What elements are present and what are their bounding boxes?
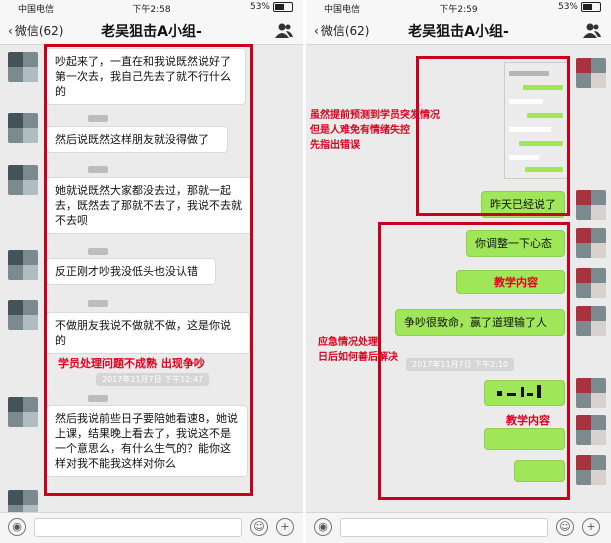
group-members-icon[interactable] [583, 22, 601, 38]
annotation-label: 学员处理问题不成熟 出现争吵 [58, 357, 205, 370]
comparison-screenshot: 中国电信 下午2:58 53% ‹ 微信(62) 老吴狙击A小组- 吵起来了，一直… [0, 0, 611, 543]
avatar[interactable] [8, 113, 38, 143]
message-input[interactable] [34, 518, 242, 537]
nav-bar: ‹ 微信(62) 老吴狙击A小组- [0, 16, 303, 45]
input-bar: ◉ ☺ + [306, 512, 611, 543]
plus-icon[interactable]: + [582, 518, 600, 536]
group-members-icon[interactable] [275, 22, 293, 38]
battery-icon [273, 2, 293, 12]
right-chat-screen: 中国电信 下午2:59 53% ‹ 微信(62) 老吴狙击A小组- 昨天已经说了… [306, 0, 611, 543]
status-bar: 中国电信 下午2:59 53% [306, 0, 611, 16]
emoji-icon[interactable]: ☺ [250, 518, 268, 536]
avatar[interactable] [8, 165, 38, 195]
annotation-label: 应急情况处理 日后如何善后解决 [318, 337, 398, 363]
plus-icon[interactable]: + [276, 518, 294, 536]
avatar[interactable] [576, 58, 606, 88]
avatar[interactable] [8, 250, 38, 280]
battery-indicator: 53% [558, 2, 601, 12]
annotation-label: 虽然提前预测到学员突发情况 但是人难免有情绪失控 先指出错误 [310, 110, 440, 151]
chat-title: 老吴狙击A小组- [101, 24, 202, 40]
battery-percent: 53% [557, 2, 578, 12]
emoji-icon[interactable]: ☺ [556, 518, 574, 536]
voice-icon[interactable]: ◉ [314, 518, 332, 536]
avatar[interactable] [8, 52, 38, 82]
avatar[interactable] [576, 190, 606, 220]
battery-percent: 53% [249, 2, 270, 12]
left-chat-screen: 中国电信 下午2:58 53% ‹ 微信(62) 老吴狙击A小组- 吵起来了，一直… [0, 0, 303, 543]
avatar[interactable] [576, 415, 606, 445]
avatar[interactable] [576, 228, 606, 258]
input-bar: ◉ ☺ + [0, 512, 303, 543]
avatar[interactable] [576, 268, 606, 298]
message-input[interactable] [340, 518, 548, 537]
voice-icon[interactable]: ◉ [8, 518, 26, 536]
highlight-box [44, 44, 253, 496]
battery-indicator: 53% [250, 2, 293, 12]
nav-bar: ‹ 微信(62) 老吴狙击A小组- [306, 16, 611, 45]
avatar[interactable] [8, 300, 38, 330]
avatar[interactable] [8, 397, 38, 427]
avatar[interactable] [576, 306, 606, 336]
avatar[interactable] [576, 455, 606, 485]
battery-icon [581, 2, 601, 12]
avatar[interactable] [576, 378, 606, 408]
chat-title: 老吴狙击A小组- [408, 24, 509, 40]
highlight-box [378, 222, 570, 500]
status-bar: 中国电信 下午2:58 53% [0, 0, 303, 16]
